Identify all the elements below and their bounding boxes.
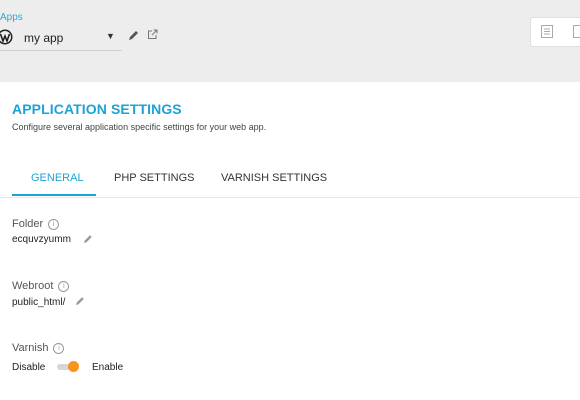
varnish-enable-label: Enable xyxy=(92,362,124,373)
breadcrumb-apps[interactable]: Apps xyxy=(0,12,23,23)
edit-folder-icon[interactable] xyxy=(83,234,93,244)
folder-value: ecquvzyumm xyxy=(12,234,71,245)
varnish-disable-label: Disable xyxy=(12,362,46,373)
page-description: Configure several application specific s… xyxy=(12,122,267,132)
folder-label: Folder xyxy=(12,218,44,230)
active-tab-indicator xyxy=(12,194,96,196)
list-view-icon[interactable] xyxy=(541,25,553,38)
wordpress-icon xyxy=(0,29,13,45)
varnish-toggle-knob[interactable] xyxy=(68,361,79,372)
webroot-label: Webroot xyxy=(12,280,54,292)
tab-varnish-settings[interactable]: VARNISH SETTINGS xyxy=(221,172,327,184)
tab-general[interactable]: GENERAL xyxy=(31,172,84,184)
page-title: APPLICATION SETTINGS xyxy=(12,101,182,117)
caret-down-icon[interactable]: ▼ xyxy=(106,31,115,41)
app-name: my app xyxy=(24,31,64,45)
app-selector-dropdown[interactable]: my app ▼ xyxy=(0,26,122,51)
info-icon[interactable]: i xyxy=(58,281,70,292)
edit-webroot-icon[interactable] xyxy=(75,296,85,306)
info-icon[interactable]: i xyxy=(53,343,65,354)
external-link-icon[interactable] xyxy=(147,29,158,40)
varnish-label-row: Varnish i xyxy=(12,342,65,354)
top-bar: Apps my app ▼ xyxy=(0,0,580,82)
settings-tabs: GENERAL PHP SETTINGS VARNISH SETTINGS xyxy=(0,160,580,198)
tab-php-settings[interactable]: PHP SETTINGS xyxy=(114,172,194,184)
info-icon[interactable]: i xyxy=(48,219,60,230)
webroot-value: public_html/ xyxy=(12,297,66,308)
grid-view-icon[interactable] xyxy=(573,25,580,38)
varnish-label: Varnish xyxy=(12,342,49,354)
view-switcher xyxy=(530,17,580,47)
pencil-icon[interactable] xyxy=(128,30,139,41)
folder-label-row: Folder i xyxy=(12,218,60,230)
webroot-label-row: Webroot i xyxy=(12,280,70,292)
